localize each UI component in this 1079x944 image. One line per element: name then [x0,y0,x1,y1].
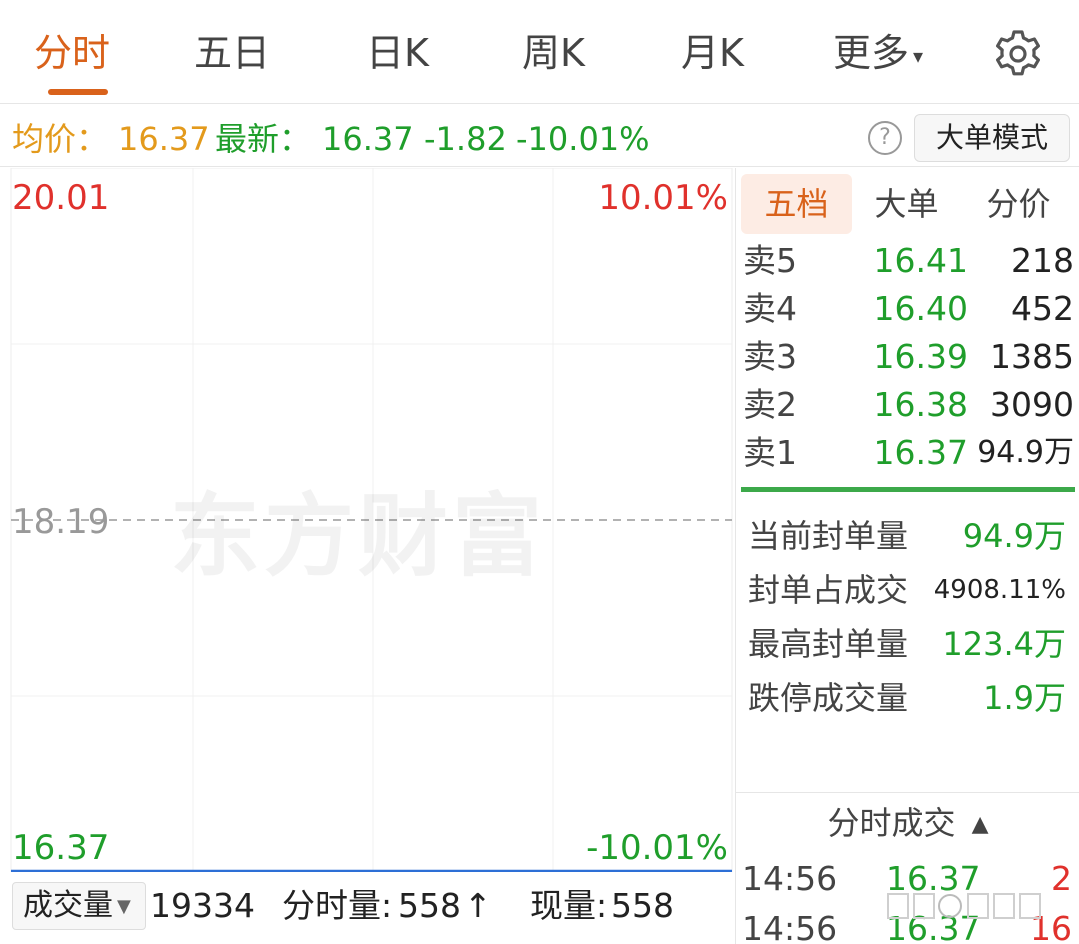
y-axis-low-pct-label: -10.01% [586,828,728,868]
ask-price: 16.40 [873,289,968,328]
arrow-up-icon: ↑ [464,886,492,925]
ask-row-1: 卖1 16.37 94.9万 [736,429,1079,477]
seal-label: 封单占成交 [748,571,909,609]
help-icon[interactable]: ? [868,121,902,155]
avg-price-value: 16.37 [118,120,210,158]
intraday-chart[interactable]: 东方财富 20.01 10.01% 18.19 16.37 -10.01% [0,168,734,872]
ask-price: 16.38 [873,385,968,424]
seal-row-max: 最高封单量 123.4万 [736,618,1079,670]
tick-time: 14:56 [742,859,838,898]
y-axis-low-label: 16.37 [12,828,110,868]
ask-volume: 1385 [990,337,1074,376]
seal-label: 最高封单量 [748,625,909,663]
current-volume-value: 558 [611,886,674,925]
chevron-down-icon: ▾ [913,43,924,68]
tick-time: 14:56 [742,909,838,944]
ask-row-4: 卖4 16.40 452 [736,285,1079,333]
ask-price: 16.37 [873,433,968,472]
ask-row-3: 卖3 16.39 1385 [736,333,1079,381]
ask-volume: 218 [1011,241,1074,280]
y-axis-high-pct-label: 10.01% [598,178,728,218]
ask-price: 16.41 [873,241,968,280]
seal-label: 跌停成交量 [748,679,909,717]
volume-total: 19334 [150,886,255,925]
panel-divider [736,792,1079,793]
latest-price-value: 16.37 [322,120,414,158]
seal-label: 当前封单量 [748,517,909,555]
seal-value: 4908.11% [933,575,1066,605]
tab-five-day[interactable]: 五日 [194,28,270,78]
current-volume-label: 现量: [530,886,608,925]
price-change-pct: -10.01% [516,120,650,158]
ask-level-label: 卖5 [743,241,797,280]
seal-row-ratio: 封单占成交 4908.11% [736,564,1079,616]
tab-more-label: 更多 [833,31,910,75]
tab-big-orders[interactable]: 大单 [854,174,959,234]
ask-price: 16.39 [873,337,968,376]
price-change: -1.82 [424,120,507,158]
seal-value: 123.4万 [942,625,1066,663]
ask-row-5: 卖5 16.41 218 [736,237,1079,285]
watermark-logo-icon [887,893,1041,919]
ask-volume: 94.9万 [977,435,1074,470]
avg-price-label: 均价： [12,120,109,158]
tick-trades-header[interactable]: 分时成交 ▲ [736,798,1079,850]
limit-down-divider [741,487,1075,492]
order-book-panel: 五档 大单 分价 卖5 16.41 218 卖4 16.40 452 卖3 16… [735,168,1079,944]
ask-level-label: 卖3 [743,337,797,376]
tab-five-levels[interactable]: 五档 [741,174,852,234]
tab-daily-k[interactable]: 日K [366,28,429,78]
big-order-mode-button[interactable]: 大单模式 [914,114,1070,162]
volume-bar: 成交量 ▼ 19334 分时量: 558 ↑ 现量: 558 [0,873,734,944]
seal-row-limit-down-volume: 跌停成交量 1.9万 [736,672,1079,724]
sort-caret-icon: ▲ [971,812,989,837]
ask-level-label: 卖4 [743,289,797,328]
minute-volume-value: 558 [398,886,461,925]
ask-level-label: 卖1 [743,433,797,472]
ask-volume: 452 [1011,289,1074,328]
minute-volume-label: 分时量: [282,886,393,925]
seal-row-current: 当前封单量 94.9万 [736,510,1079,562]
period-tabs: 分时 五日 日K 周K 月K 更多 ▾ [0,0,1079,104]
ask-row-2: 卖2 16.38 3090 [736,381,1079,429]
ask-level-label: 卖2 [743,385,797,424]
tick-trades-title: 分时成交 [827,804,956,842]
tab-monthly-k[interactable]: 月K [681,28,744,78]
tab-price-distribution[interactable]: 分价 [966,174,1071,234]
watermark-text: 东方财富 [170,484,546,589]
volume-select-label: 成交量 [23,888,113,923]
gear-icon[interactable] [992,28,1044,80]
price-info-bar: 均价： 16.37 最新： 16.37 -1.82 -10.01% ? 大单模式 [0,105,1079,167]
seal-value: 1.9万 [983,679,1066,717]
ask-volume: 3090 [990,385,1074,424]
y-axis-mid-label: 18.19 [12,502,110,542]
chevron-down-icon: ▼ [117,895,131,917]
latest-price-label: 最新： [215,120,312,158]
active-tab-indicator [48,89,108,95]
tab-weekly-k[interactable]: 周K [522,28,585,78]
seal-value: 94.9万 [962,517,1066,555]
y-axis-high-label: 20.01 [12,178,110,218]
tab-more[interactable]: 更多 ▾ [833,28,923,81]
tab-intraday[interactable]: 分时 [34,28,110,78]
volume-indicator-select[interactable]: 成交量 ▼ [12,882,146,930]
